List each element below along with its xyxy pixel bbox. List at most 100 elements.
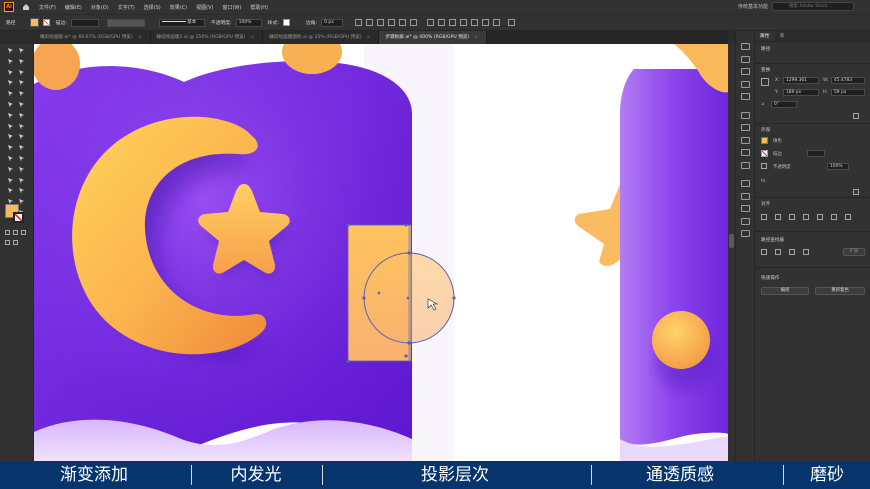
close-icon[interactable]: ×	[474, 35, 478, 40]
reference-point-icon[interactable]	[761, 78, 769, 86]
align-left-icon[interactable]	[761, 214, 767, 220]
align-v-center-icon[interactable]	[817, 214, 823, 220]
align-right-icon[interactable]	[789, 214, 795, 220]
menu-type[interactable]: 文字(T)	[118, 4, 135, 11]
symbols-icon[interactable]	[741, 93, 750, 100]
align-more-icon[interactable]	[845, 214, 851, 220]
close-icon[interactable]: ×	[367, 35, 371, 40]
tab-libraries[interactable]: 库	[775, 31, 790, 41]
menu-object[interactable]: 对象(O)	[91, 4, 109, 11]
isolate-icon[interactable]	[449, 19, 457, 26]
stroke-panel-icon[interactable]	[741, 124, 750, 131]
opacity-field[interactable]: 100%	[827, 163, 849, 170]
width-tool-icon[interactable]	[7, 133, 14, 140]
opacity-field[interactable]: 100%	[235, 18, 262, 27]
close-icon[interactable]: ×	[250, 35, 254, 40]
align-bottom-icon[interactable]	[410, 19, 418, 26]
color-guide-icon[interactable]	[741, 55, 750, 63]
free-transform-tool-icon[interactable]	[7, 144, 14, 151]
group-button[interactable]: 编组	[761, 287, 809, 295]
menu-view[interactable]: 视图(V)	[196, 4, 213, 11]
close-icon[interactable]: ×	[138, 35, 142, 40]
symbol-sprayer-tool-icon[interactable]	[18, 177, 25, 184]
corner-radius-field[interactable]: 0 px	[321, 18, 344, 27]
brushes-icon[interactable]	[741, 80, 750, 88]
intersect-icon[interactable]	[789, 249, 795, 255]
blend-tool-icon[interactable]	[7, 177, 14, 184]
align-h-center-icon[interactable]	[775, 214, 781, 220]
fill-swatch[interactable]	[761, 137, 768, 144]
pencil-tool-icon[interactable]	[18, 101, 25, 108]
align-center-icon[interactable]	[366, 19, 374, 26]
stroke-swatch[interactable]	[761, 150, 768, 157]
distribute-icon[interactable]	[427, 19, 435, 26]
fx-icon[interactable]: fx.	[761, 179, 767, 184]
align-right-icon[interactable]	[377, 19, 385, 26]
transform-icon[interactable]	[438, 19, 446, 26]
vertical-scrollbar[interactable]	[728, 44, 735, 461]
envelope-icon[interactable]	[471, 19, 479, 26]
column-graph-tool-icon[interactable]	[7, 187, 14, 194]
mesh-tool-icon[interactable]	[18, 155, 25, 162]
none-mode-icon[interactable]	[21, 230, 26, 235]
minus-front-icon[interactable]	[775, 249, 781, 255]
artboard-canvas[interactable]	[34, 44, 728, 461]
tab-document-2[interactable]: 睡前绘画版2.ai @ 150% (RGB/GPU 预览) ×	[150, 31, 264, 44]
lasso-tool-icon[interactable]	[18, 58, 25, 65]
artboards-icon[interactable]	[741, 192, 750, 200]
graphic-style-swatch[interactable]	[282, 19, 290, 26]
tab-document-3[interactable]: 睡前绘画版图标.ai @ 25% (RGB/GPU 预览) ×	[263, 31, 380, 44]
tab-document-4[interactable]: 步骤拆解.ai* @ 400% (RGB/GPU 预览) ×	[379, 31, 488, 44]
menu-help[interactable]: 帮助(H)	[250, 4, 268, 11]
w-field[interactable]: 45.4783	[831, 77, 865, 84]
eraser-tool-icon[interactable]	[7, 112, 14, 119]
line-tool-icon[interactable]	[18, 79, 25, 86]
shaper-tool-icon[interactable]	[7, 101, 14, 108]
fill-color-swatch[interactable]	[29, 18, 39, 27]
transparency-icon[interactable]	[741, 149, 750, 156]
tab-document-1[interactable]: 睡前绘画版.ai* @ 66.67% (RGB/GPU 预览) ×	[34, 31, 151, 44]
stroke-weight-field[interactable]	[70, 18, 99, 27]
more-options-icon[interactable]	[853, 113, 859, 119]
h-field[interactable]: 59 px	[831, 89, 865, 96]
layers-icon[interactable]	[741, 180, 750, 187]
eyedropper-tool-icon[interactable]	[18, 166, 25, 173]
graphic-styles-icon[interactable]	[741, 111, 750, 119]
home-icon[interactable]	[22, 3, 30, 11]
stroke-style-select[interactable]: 基本	[158, 18, 205, 27]
align-left-icon[interactable]	[355, 19, 363, 26]
tab-properties[interactable]: 属性	[755, 31, 775, 41]
rotate-tool-icon[interactable]	[7, 123, 14, 130]
scale-tool-icon[interactable]	[18, 123, 25, 130]
screen-mode-icon[interactable]	[13, 240, 18, 245]
puppet-warp-icon[interactable]	[482, 19, 490, 26]
asset-export-icon[interactable]	[741, 217, 750, 225]
panel-menu-icon[interactable]	[508, 19, 516, 26]
shape-builder-tool-icon[interactable]	[18, 144, 25, 151]
draw-mode-icon[interactable]	[5, 240, 10, 245]
hand-tool-icon[interactable]	[18, 198, 25, 205]
expand-button[interactable]: 扩展	[843, 248, 865, 256]
unite-icon[interactable]	[761, 249, 767, 255]
direct-selection-tool-icon[interactable]	[18, 47, 25, 54]
magic-wand-tool-icon[interactable]	[7, 58, 14, 65]
artboard-tool-icon[interactable]	[18, 187, 25, 194]
paintbrush-tool-icon[interactable]	[18, 90, 25, 97]
links-icon[interactable]	[741, 205, 750, 212]
color-mode-icon[interactable]	[5, 230, 10, 235]
warp-tool-icon[interactable]	[18, 133, 25, 140]
stock-search-input[interactable]: 搜索 Adobe Stock	[772, 2, 854, 11]
y-field[interactable]: 189 px	[783, 89, 819, 96]
scroll-thumb[interactable]	[729, 234, 734, 248]
scissors-tool-icon[interactable]	[18, 112, 25, 119]
libraries-icon[interactable]	[741, 230, 750, 237]
stroke-weight-field[interactable]	[807, 150, 825, 157]
angle-field[interactable]: 0°	[771, 101, 797, 108]
curvature-tool-icon[interactable]	[18, 69, 25, 76]
rectangle-tool-icon[interactable]	[7, 90, 14, 97]
align-bottom-icon[interactable]	[831, 214, 837, 220]
menu-file[interactable]: 文件(F)	[39, 4, 56, 11]
recolor-button[interactable]: 重新着色	[815, 287, 865, 295]
stroke-none-swatch[interactable]	[13, 212, 24, 223]
selection-tool-icon[interactable]	[7, 47, 14, 54]
